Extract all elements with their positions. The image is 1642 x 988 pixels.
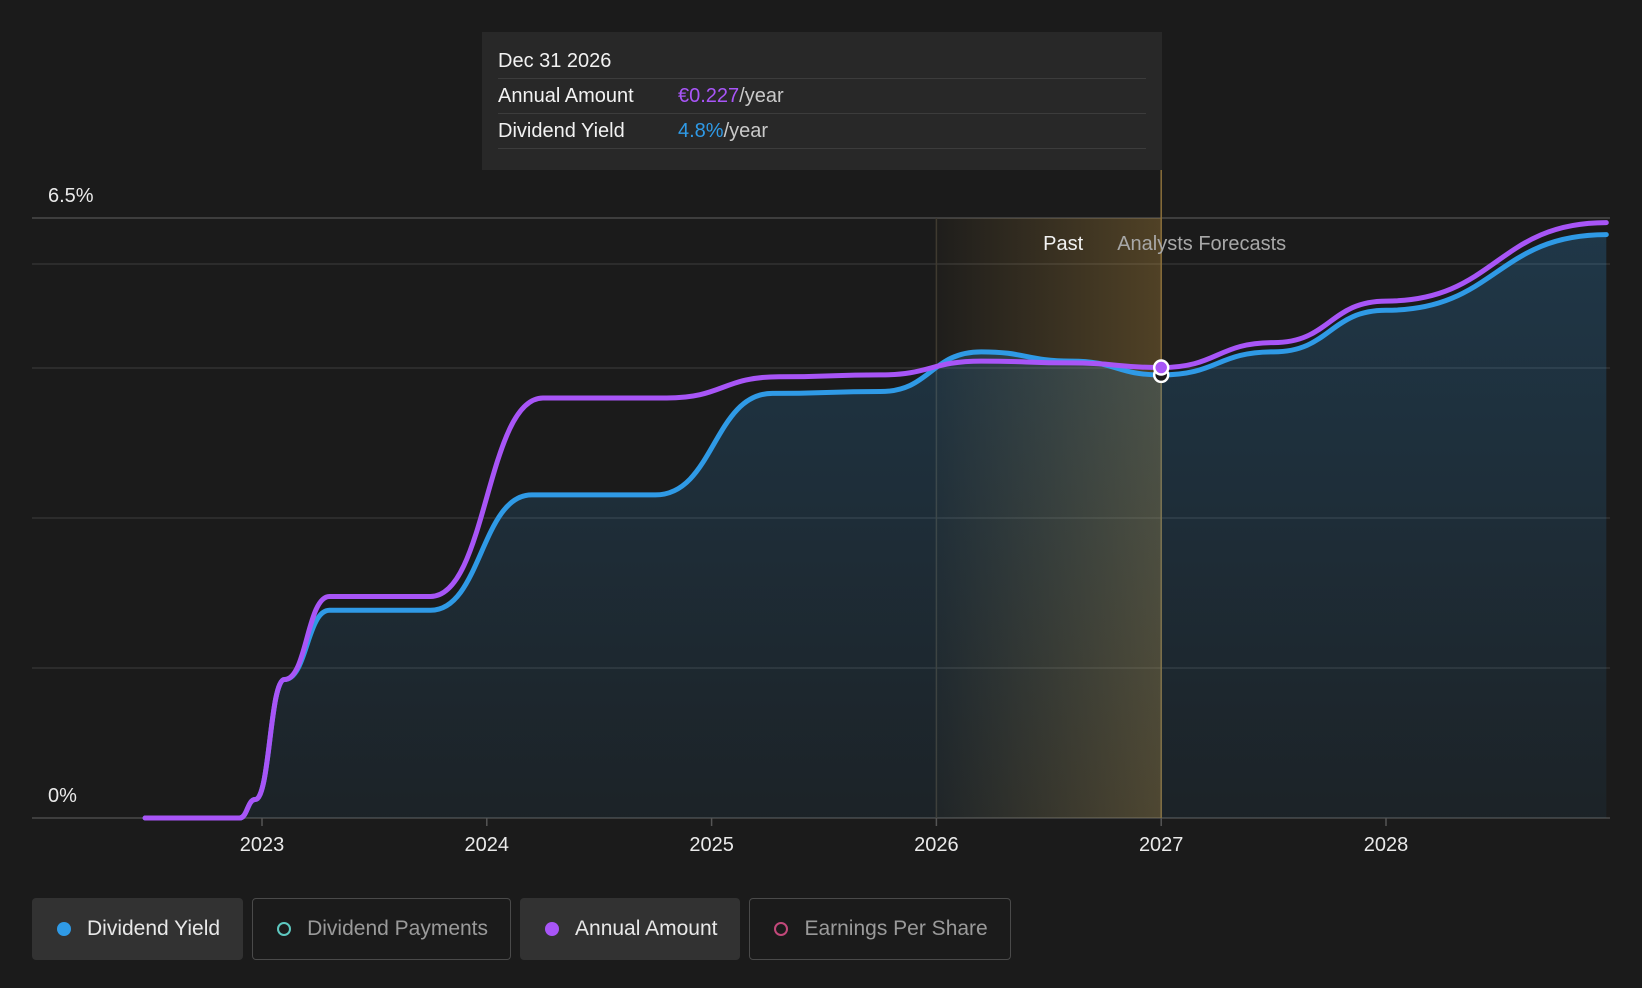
y-axis-bottom-label: 0% — [48, 785, 77, 807]
tooltip-amount-row: Annual Amount €0.227/year — [498, 79, 1146, 114]
x-tick-label: 2028 — [1364, 834, 1409, 856]
tooltip: Dec 31 2026 Annual Amount €0.227/year Di… — [482, 32, 1162, 170]
tooltip-yield-unit: /year — [723, 119, 769, 142]
tooltip-yield-value: 4.8% — [678, 119, 724, 142]
tooltip-yield-row: Dividend Yield 4.8%/year — [498, 114, 1146, 149]
legend-dividend-payments-dot — [277, 922, 292, 936]
tooltip-date: Dec 31 2026 — [498, 49, 612, 72]
legend-earnings-per-share-label: Earnings Per Share — [804, 917, 988, 940]
dividend-yield-area — [145, 234, 1607, 819]
x-tick-label: 2026 — [914, 834, 959, 856]
legend-dividend-yield-label: Dividend Yield — [87, 917, 221, 940]
tooltip-amount-unit: /year — [739, 84, 784, 107]
x-tick-label: 2025 — [689, 834, 734, 856]
legend-earnings-per-share-dot — [774, 922, 789, 936]
legend-dividend-yield-dot — [57, 922, 71, 936]
legend-annual-amount-dot — [545, 922, 560, 936]
legend-annual-amount[interactable]: Annual Amount — [520, 898, 741, 960]
tooltip-date-row: Dec 31 2026 — [498, 46, 1146, 79]
legend-dividend-payments-label: Dividend Payments — [307, 917, 489, 940]
x-tick-label: 2023 — [240, 834, 285, 856]
legend-earnings-per-share[interactable]: Earnings Per Share — [749, 898, 1011, 960]
x-tick-label: 2024 — [465, 834, 510, 856]
annual-amount-marker — [1152, 359, 1170, 376]
past-label: Past — [1043, 233, 1083, 255]
tooltip-amount-value: €0.227 — [678, 84, 740, 107]
legend-dividend-yield[interactable]: Dividend Yield — [32, 898, 244, 960]
x-tick-label: 2027 — [1139, 834, 1184, 856]
legend-dividend-payments[interactable]: Dividend Payments — [252, 898, 512, 960]
legend-annual-amount-label: Annual Amount — [575, 917, 718, 940]
legend: Dividend Yield Dividend Payments Annual … — [32, 898, 1011, 960]
tooltip-amount-label: Annual Amount — [498, 84, 634, 107]
forecast-label: Analysts Forecasts — [1117, 233, 1286, 255]
y-axis-top-label: 6.5% — [48, 185, 94, 207]
tooltip-yield-label: Dividend Yield — [498, 119, 625, 142]
